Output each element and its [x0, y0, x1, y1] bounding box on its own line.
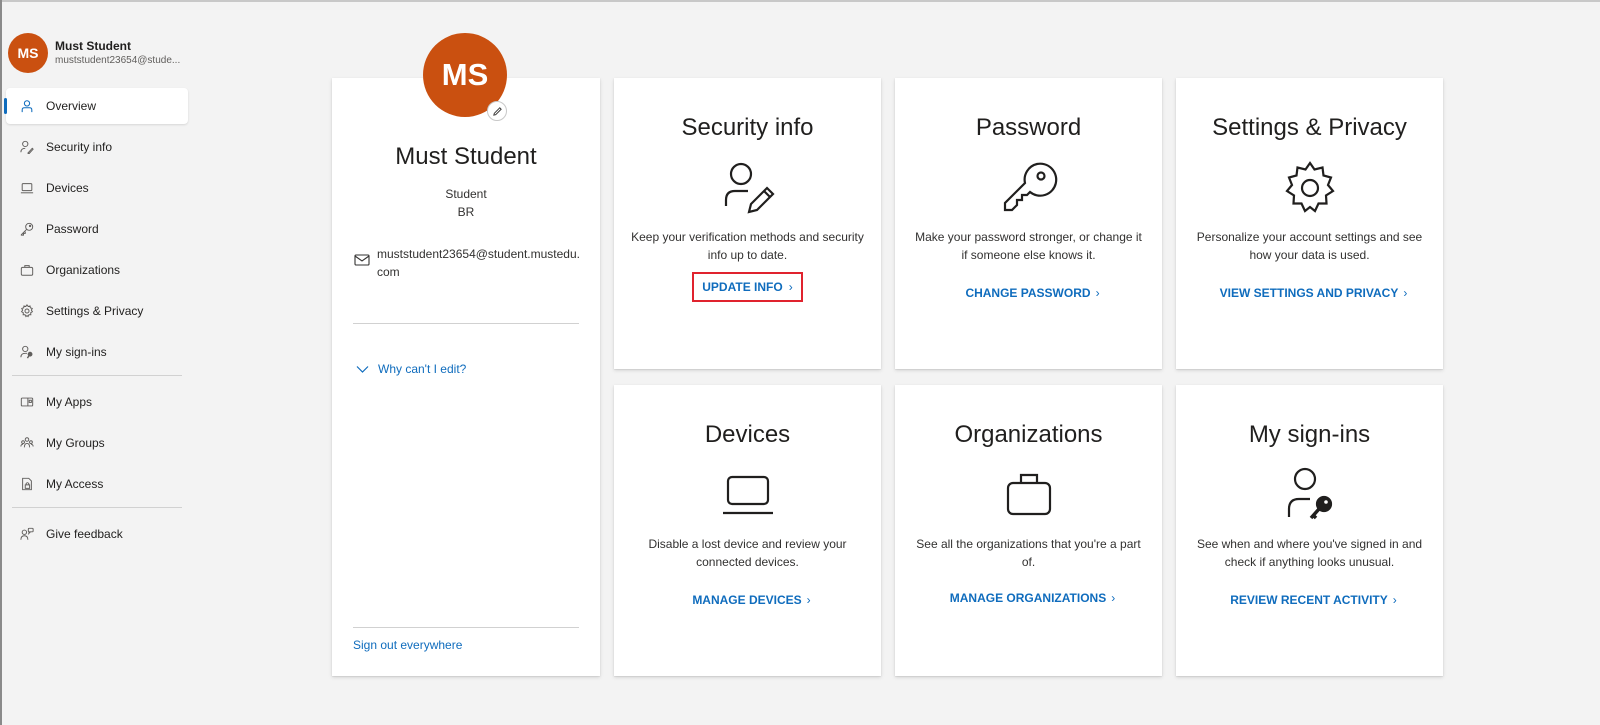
- mail-icon: [354, 254, 370, 266]
- card-title: Devices: [704, 421, 791, 448]
- card-title: Organizations: [954, 421, 1103, 448]
- person-pen-icon: [724, 162, 775, 214]
- access-icon: [19, 476, 35, 492]
- laptop-icon: [722, 475, 773, 515]
- devices-card: Devices Disable a lost device and review…: [614, 385, 881, 676]
- change-password-link[interactable]: CHANGE PASSWORD ›: [895, 280, 1162, 306]
- sidebar-item-label: Settings & Privacy: [46, 304, 144, 318]
- sidebar-item-my-apps[interactable]: My Apps: [6, 384, 188, 420]
- person-key-icon: [1287, 467, 1332, 520]
- sidebar-item-label: Devices: [46, 181, 89, 195]
- card-title: Password: [975, 114, 1082, 141]
- chevron-down-icon: [356, 365, 369, 373]
- window-top-border: [0, 0, 1600, 2]
- sign-out-everywhere-link[interactable]: Sign out everywhere: [353, 638, 462, 652]
- card-title: Security info: [681, 114, 814, 141]
- chevron-right-icon: ›: [1392, 593, 1397, 607]
- sidebar-item-password[interactable]: Password: [6, 211, 188, 247]
- profile-name: Must Student: [395, 143, 537, 170]
- sidebar-item-label: My sign-ins: [46, 345, 107, 359]
- why-cant-i-edit-toggle[interactable]: Why can't I edit?: [356, 362, 466, 376]
- link-label: UPDATE INFO: [702, 280, 783, 294]
- profile-email-row: muststudent23654@student.mustedu.com: [354, 245, 584, 281]
- laptop-icon: [19, 180, 35, 196]
- sidebar-item-overview[interactable]: Overview: [4, 88, 188, 124]
- sidebar-item-label: Overview: [46, 99, 97, 113]
- sidebar-user-header[interactable]: MS Must Student muststudent23654@stude..…: [8, 33, 198, 73]
- key-icon: [19, 221, 35, 237]
- sidebar-item-organizations[interactable]: Organizations: [6, 252, 188, 288]
- organizations-card: Organizations See all the organizations …: [895, 385, 1162, 676]
- card-description: Keep your verification methods and secur…: [631, 230, 864, 262]
- sidebar-item-label: Password: [46, 222, 99, 236]
- briefcase-icon: [19, 262, 35, 278]
- manage-organizations-link[interactable]: MANAGE ORGANIZATIONS ›: [895, 585, 1162, 611]
- key-icon: [1003, 162, 1057, 212]
- sidebar-item-label: Organizations: [46, 263, 121, 277]
- card-description: Disable a lost device and review your co…: [648, 537, 847, 569]
- link-label: MANAGE ORGANIZATIONS: [949, 591, 1107, 605]
- sidebar-item-label: My Apps: [46, 395, 93, 409]
- sidebar-item-label: Give feedback: [46, 527, 123, 541]
- gear-icon: [19, 303, 35, 319]
- sidebar-item-devices[interactable]: Devices: [6, 170, 188, 206]
- edit-avatar-button[interactable]: [487, 101, 507, 121]
- sidebar-item-label: My Access: [46, 477, 104, 491]
- profile-email: muststudent23654@student.mustedu.com: [377, 247, 580, 279]
- card-description: Personalize your account settings and se…: [1196, 230, 1423, 262]
- sidebar-item-my-access[interactable]: My Access: [6, 466, 188, 502]
- person-key-icon: [19, 139, 35, 155]
- link-label: REVIEW RECENT ACTIVITY: [1230, 593, 1388, 607]
- sidebar-item-give-feedback[interactable]: Give feedback: [6, 516, 188, 552]
- chevron-right-icon: ›: [1111, 591, 1116, 605]
- chevron-right-icon: ›: [806, 593, 811, 607]
- why-cant-i-edit-label: Why can't I edit?: [378, 362, 467, 376]
- gear-icon: [1284, 161, 1335, 213]
- sidebar-item-label: My Groups: [46, 436, 105, 450]
- apps-icon: [19, 394, 35, 410]
- security-info-card: Security info Keep your verification met…: [614, 78, 881, 369]
- link-label: MANAGE DEVICES: [692, 593, 802, 607]
- sidebar-item-settings-privacy[interactable]: Settings & Privacy: [6, 293, 188, 329]
- update-info-highlight: UPDATE INFO ›: [692, 272, 803, 302]
- user-name: Must Student: [55, 39, 131, 53]
- sidebar-item-security-info[interactable]: Security info: [6, 129, 188, 165]
- profile-role: Student: [445, 187, 487, 201]
- sidebar-item-my-groups[interactable]: My Groups: [6, 425, 188, 461]
- link-label: VIEW SETTINGS AND PRIVACY: [1219, 286, 1399, 300]
- update-info-link[interactable]: UPDATE INFO ›: [614, 272, 881, 302]
- chevron-right-icon: ›: [1403, 286, 1408, 300]
- card-title: Settings & Privacy: [1212, 114, 1407, 141]
- settings-privacy-card: Settings & Privacy Personalize your acco…: [1176, 78, 1443, 369]
- chevron-right-icon: ›: [1095, 286, 1100, 300]
- profile-country: BR: [457, 205, 475, 219]
- profile-divider: [353, 323, 579, 324]
- card-description: Make your password stronger, or change i…: [915, 230, 1142, 262]
- groups-icon: [19, 435, 35, 451]
- card-description: See when and where you've signed in and …: [1196, 537, 1423, 569]
- user-email: muststudent23654@stude...: [55, 55, 181, 66]
- sidebar-nav: Overview Security info Devices Password …: [0, 88, 190, 557]
- briefcase-icon: [1006, 473, 1051, 516]
- pencil-icon: [492, 106, 502, 116]
- sidebar: MS Must Student muststudent23654@stude..…: [0, 0, 200, 725]
- person-icon: [19, 98, 35, 114]
- person-signin-icon: [19, 344, 35, 360]
- password-card: Password Make your password stronger, or…: [895, 78, 1162, 369]
- manage-devices-link[interactable]: MANAGE DEVICES ›: [614, 587, 881, 613]
- review-recent-activity-link[interactable]: REVIEW RECENT ACTIVITY ›: [1176, 587, 1443, 613]
- my-sign-ins-card: My sign-ins See when and where you've si…: [1176, 385, 1443, 676]
- link-label: CHANGE PASSWORD: [965, 286, 1091, 300]
- card-description: See all the organizations that you're a …: [916, 537, 1141, 569]
- sidebar-item-my-sign-ins[interactable]: My sign-ins: [6, 334, 188, 370]
- feedback-icon: [19, 526, 35, 542]
- chevron-right-icon: ›: [788, 280, 793, 294]
- nav-divider: [12, 375, 182, 376]
- sidebar-item-label: Security info: [46, 140, 113, 154]
- profile-divider: [353, 627, 579, 628]
- nav-divider: [12, 507, 182, 508]
- view-settings-privacy-link[interactable]: VIEW SETTINGS AND PRIVACY ›: [1176, 280, 1443, 306]
- card-title: My sign-ins: [1248, 421, 1371, 448]
- avatar: MS: [8, 33, 48, 73]
